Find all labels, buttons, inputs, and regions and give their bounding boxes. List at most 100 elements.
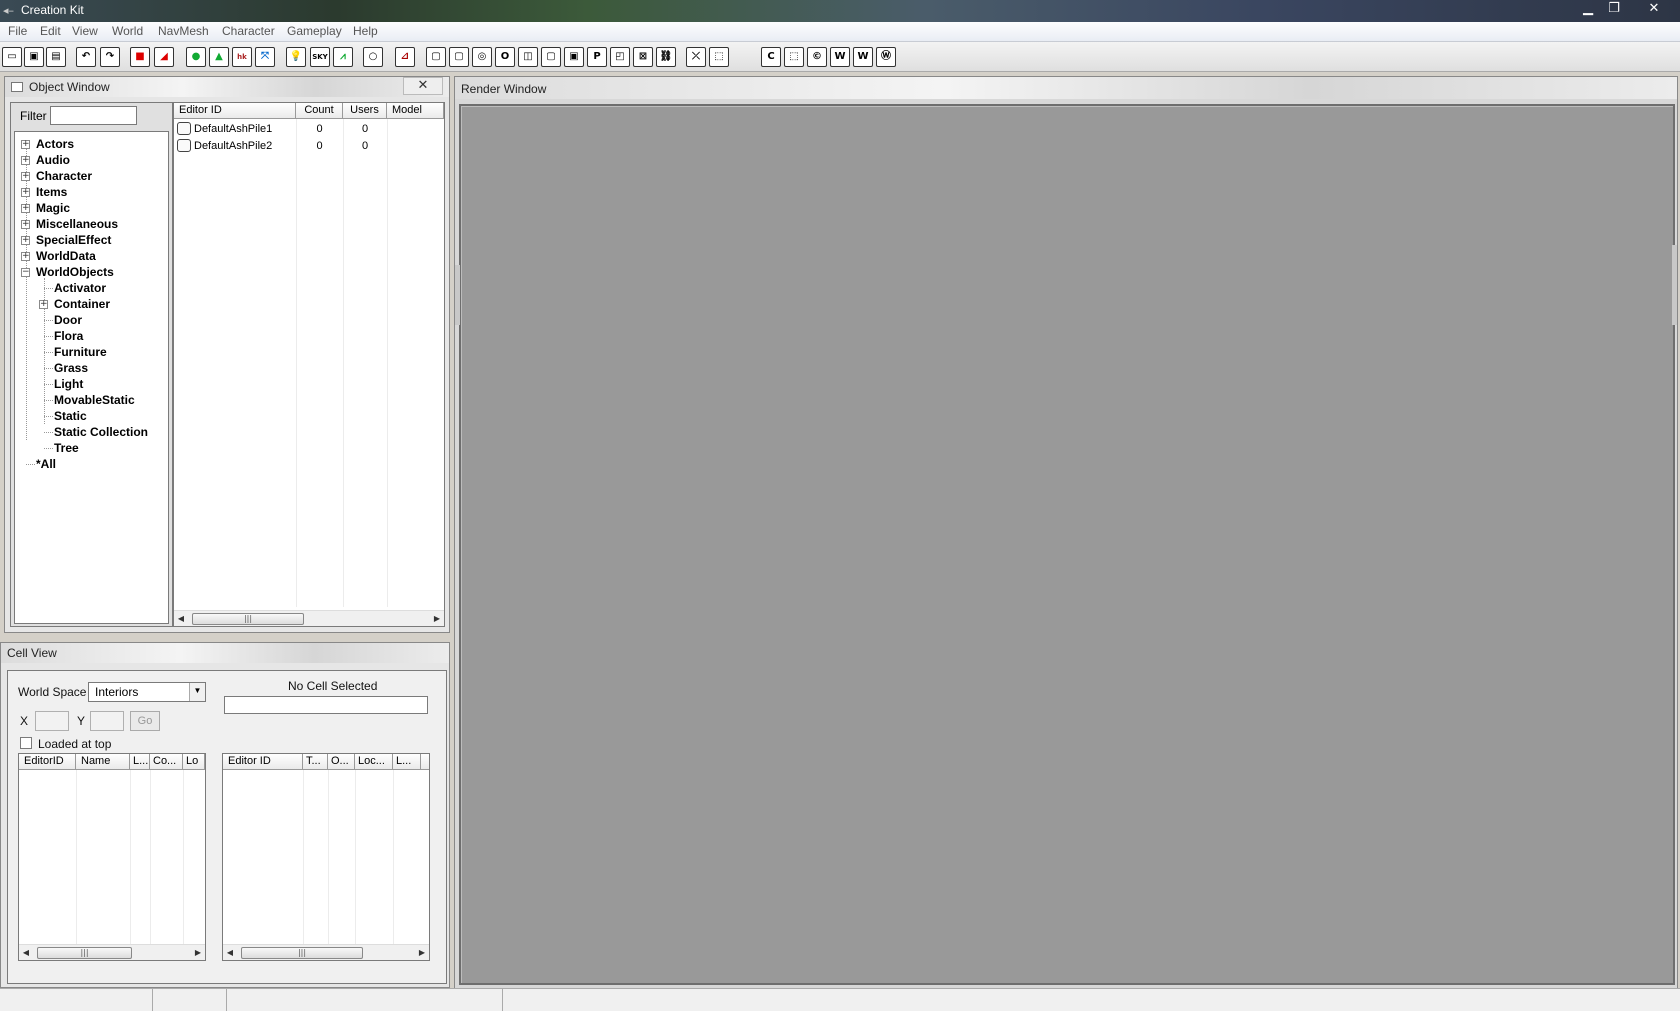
tree-item[interactable]: Audio: [36, 153, 70, 167]
col-o[interactable]: O...: [328, 754, 355, 770]
tree-item[interactable]: WorldData: [36, 249, 96, 263]
scroll-thumb[interactable]: |||: [37, 947, 132, 959]
filter-input[interactable]: [50, 106, 137, 125]
col-t[interactable]: T...: [303, 754, 328, 770]
col-editor-id[interactable]: Editor ID: [174, 103, 296, 119]
open-icon[interactable]: ▭: [2, 47, 22, 67]
box2-icon[interactable]: ▢: [449, 47, 469, 67]
y-coordinate-input[interactable]: [90, 711, 124, 731]
object-window-titlebar[interactable]: Object Window: [5, 77, 449, 97]
x-box-icon[interactable]: ⊠: [633, 47, 653, 67]
app-icon[interactable]: ◂–: [3, 4, 17, 18]
expand-icon[interactable]: +: [21, 220, 30, 229]
menu-view[interactable]: View: [72, 24, 98, 38]
scroll-right-icon[interactable]: ▶: [430, 611, 444, 626]
go-button[interactable]: Go: [130, 711, 160, 731]
render-viewport[interactable]: [459, 104, 1675, 985]
expand-icon[interactable]: +: [21, 140, 30, 149]
cell-list[interactable]: EditorID Name L... Co... Lo ◀ ||| ▶: [18, 753, 206, 961]
scroll-right-icon[interactable]: ▶: [415, 945, 429, 960]
tree-item[interactable]: Container: [54, 297, 110, 311]
tree-item[interactable]: SpecialEffect: [36, 233, 111, 247]
scroll-thumb[interactable]: |||: [192, 613, 304, 625]
world-space-dropdown[interactable]: Interiors ▼: [88, 682, 206, 702]
expand-icon[interactable]: +: [39, 300, 48, 309]
sky-icon[interactable]: SKY: [310, 47, 330, 67]
scroll-thumb[interactable]: |||: [241, 947, 363, 959]
expand-icon[interactable]: +: [21, 252, 30, 261]
undo-icon[interactable]: ↶: [76, 47, 96, 67]
tree-item[interactable]: Door: [54, 313, 82, 327]
scroll-left-icon[interactable]: ◀: [19, 945, 33, 960]
col-count[interactable]: Count: [296, 103, 343, 119]
tree-item[interactable]: Static: [54, 409, 87, 423]
table-row[interactable]: DefaultAshPile1 0 0: [174, 121, 444, 138]
q-box-icon[interactable]: ◰: [610, 47, 630, 67]
col-l[interactable]: L...: [130, 754, 150, 770]
render-window-titlebar[interactable]: Render Window: [455, 77, 1677, 99]
table-row[interactable]: DefaultAshPile2 0 0: [174, 138, 444, 155]
object-list[interactable]: Editor ID Count Users Model DefaultAshPi…: [173, 102, 445, 627]
scroll-left-icon[interactable]: ◀: [174, 611, 188, 626]
split-box-icon[interactable]: ◫: [518, 47, 538, 67]
cube2-icon[interactable]: ⬚: [784, 47, 804, 67]
scroll-left-icon[interactable]: ◀: [223, 945, 237, 960]
w2-box-icon[interactable]: W: [853, 47, 873, 67]
circle-box-icon[interactable]: ◎: [472, 47, 492, 67]
tree-item[interactable]: Tree: [54, 441, 79, 455]
tree-item[interactable]: Miscellaneous: [36, 217, 118, 231]
lasso-icon[interactable]: ○: [363, 47, 383, 67]
expand-icon[interactable]: +: [21, 236, 30, 245]
grass-icon[interactable]: ⩘: [333, 47, 353, 67]
col-users[interactable]: Users: [343, 103, 387, 119]
menu-navmesh[interactable]: NavMesh: [158, 24, 209, 38]
menu-world[interactable]: World: [112, 24, 143, 38]
cell-view-titlebar[interactable]: Cell View: [1, 643, 449, 663]
tree-item[interactable]: Light: [54, 377, 83, 391]
chevron-down-icon[interactable]: ▼: [189, 683, 205, 701]
cube-icon[interactable]: ⬚: [709, 47, 729, 67]
collapse-icon[interactable]: −: [21, 268, 30, 277]
minimize-button[interactable]: ▁: [1574, 0, 1602, 18]
tree-item[interactable]: Actors: [36, 137, 74, 151]
col-model[interactable]: Model: [387, 103, 444, 119]
pick-icon[interactable]: ⤫: [686, 47, 706, 67]
x-coordinate-input[interactable]: [35, 711, 69, 731]
col-loc[interactable]: Loc...: [355, 754, 393, 770]
box3-icon[interactable]: ▢: [541, 47, 561, 67]
col-lo[interactable]: Lo: [183, 754, 205, 770]
close-button[interactable]: ✕: [1640, 0, 1668, 18]
expand-icon[interactable]: +: [21, 204, 30, 213]
graph-icon[interactable]: ⊿: [395, 47, 415, 67]
menu-help[interactable]: Help: [353, 24, 378, 38]
expand-icon[interactable]: +: [21, 188, 30, 197]
red-square-icon[interactable]: ■: [130, 47, 150, 67]
col-l[interactable]: L...: [393, 754, 421, 770]
col-editorid[interactable]: EditorID: [19, 754, 76, 770]
tree-item[interactable]: WorldObjects: [36, 265, 114, 279]
landscape-icon[interactable]: ▲: [209, 47, 229, 67]
w-box-icon[interactable]: W: [830, 47, 850, 67]
maximize-button[interactable]: ❐: [1600, 0, 1628, 18]
save-icon[interactable]: ▣: [24, 47, 44, 67]
xy-icon[interactable]: ⤧: [255, 47, 275, 67]
cell-object-list-hscrollbar[interactable]: ◀ ||| ▶: [223, 944, 429, 960]
scroll-right-icon[interactable]: ▶: [191, 945, 205, 960]
right-splitter[interactable]: [1672, 245, 1677, 325]
tree-item[interactable]: Magic: [36, 201, 70, 215]
triangle-icon[interactable]: ◢: [154, 47, 174, 67]
tree-item[interactable]: Flora: [54, 329, 83, 343]
menu-character[interactable]: Character: [222, 24, 275, 38]
object-list-hscrollbar[interactable]: ◀ ||| ▶: [174, 610, 444, 626]
loaded-at-top-checkbox[interactable]: [20, 737, 32, 749]
havok-icon[interactable]: hk: [232, 47, 252, 67]
cell-list-hscrollbar[interactable]: ◀ ||| ▶: [19, 944, 205, 960]
tree-item[interactable]: Character: [36, 169, 92, 183]
expand-icon[interactable]: +: [21, 172, 30, 181]
menu-edit[interactable]: Edit: [40, 24, 61, 38]
tree-item[interactable]: Activator: [54, 281, 106, 295]
link-box-icon[interactable]: ⛓: [656, 47, 676, 67]
tree-item[interactable]: Grass: [54, 361, 88, 375]
redo-icon[interactable]: ↷: [100, 47, 120, 67]
p-box-icon[interactable]: P: [587, 47, 607, 67]
